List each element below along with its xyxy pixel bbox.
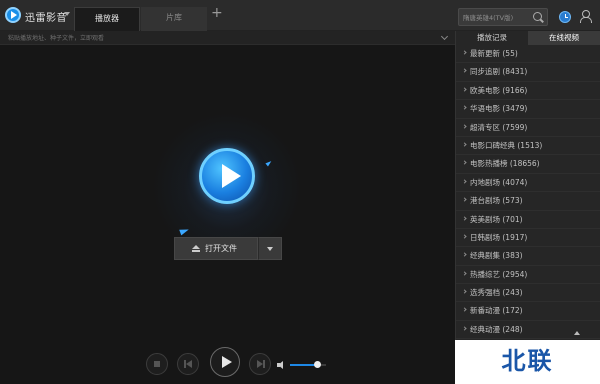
sidebar-item[interactable]: 内地剧场 (4074) [456,174,600,193]
search-input[interactable] [463,12,529,23]
next-button[interactable] [249,353,271,375]
url-input[interactable] [8,33,428,43]
sidebar-item[interactable]: 华语电影 (3479) [456,100,600,119]
sidebar-item[interactable]: 热播综艺 (2954) [456,266,600,285]
sidebar-item-label: 电影热播榜 (18656) [470,159,540,169]
title-bar: 迅雷影音 播放器 片库 + [0,0,600,31]
open-file-button[interactable]: 打开文件 [174,237,258,260]
video-player-area[interactable]: 打开文件 [0,45,455,384]
volume-slider[interactable] [290,361,326,368]
previous-button[interactable] [177,353,199,375]
sidebar-item[interactable]: 电影热播榜 (18656) [456,155,600,174]
volume-icon[interactable] [277,361,286,369]
sidebar-item-label: 经典动漫 (248) [470,324,523,334]
url-bar [0,31,455,45]
stop-button[interactable] [146,353,168,375]
chevron-right-icon [462,87,467,92]
sidebar-item[interactable]: 英美剧场 (701) [456,211,600,229]
sidebar-item[interactable]: 选秀强档 (243) [456,284,600,303]
eject-icon [192,245,200,252]
chevron-right-icon [462,271,467,276]
sidebar-item[interactable]: 超清专区 (7599) [456,119,600,137]
app-title[interactable]: 迅雷影音 [25,9,67,24]
sidebar-item[interactable]: 欧美电影 (9166) [456,82,600,101]
sidebar-item-label: 日韩剧场 (1917) [470,232,528,242]
chevron-right-icon [462,289,467,294]
sidebar-item-label: 内地剧场 (4074) [470,177,528,187]
sidebar-item-label: 欧美电影 (9166) [470,85,528,95]
sidebar-item[interactable]: 电影口碑经典 (1513) [456,137,600,156]
tab-player[interactable]: 播放器 [74,7,140,31]
chevron-right-icon [462,307,467,313]
chevron-right-icon [462,197,467,202]
chevron-right-icon [462,105,467,110]
open-file-label: 打开文件 [205,244,237,253]
chevron-right-icon [462,179,467,184]
sidebar-item-label: 经典剧集 (383) [470,251,523,261]
tab-online-video[interactable]: 在线视频 [528,31,600,45]
search-box [458,8,548,26]
chevron-right-icon [462,50,467,55]
sidebar-item-label: 热播综艺 (2954) [470,269,528,279]
sidebar-item[interactable]: 港台剧场 (573) [456,192,600,211]
sidebar-item-label: 选秀强档 (243) [470,288,523,298]
play-button[interactable] [210,347,240,377]
sidebar-item[interactable]: 新番动漫 (172) [456,302,600,321]
sidebar-item-label: 华语电影 (3479) [470,104,528,114]
sidebar-item-label: 最新更新 (55) [470,49,518,58]
chevron-right-icon [462,252,467,257]
scroll-up-icon[interactable] [574,331,580,336]
watermark-logo: 北联 [455,340,600,384]
sidebar-item-label: 港台剧场 (573) [470,196,523,206]
open-file-dropdown-button[interactable] [258,237,282,260]
sidebar-item[interactable]: 日韩剧场 (1917) [456,229,600,248]
player-logo-icon [199,148,255,204]
sidebar-item[interactable]: 同步追剧 (8431) [456,63,600,82]
clock-icon[interactable] [559,11,571,23]
category-list: 最新更新 (55) 同步追剧 (8431) 欧美电影 (9166) 华语电影 (347… [456,45,600,377]
sidebar-item-label: 英美剧场 (701) [470,214,523,224]
chevron-right-icon [462,234,467,239]
add-tab-icon[interactable]: + [211,5,223,21]
chevron-right-icon [462,68,467,74]
sidebar-tabs: 播放记录 在线视频 [456,31,600,45]
chevron-down-icon[interactable] [440,32,449,41]
sidebar-item[interactable]: 经典剧集 (383) [456,247,600,266]
chevron-right-icon [462,326,467,331]
tab-library[interactable]: 片库 [141,7,207,31]
sidebar-item-label: 新番动漫 (172) [470,306,523,316]
chevron-right-icon [462,160,467,165]
volume-knob[interactable] [313,361,321,368]
sidebar-item-label: 电影口碑经典 (1513) [470,140,543,150]
search-icon[interactable] [533,12,542,21]
app-menu-chevron-down-icon[interactable] [64,12,70,16]
sidebar-item[interactable]: 最新更新 (55) [456,45,600,64]
chevron-right-icon [462,142,467,147]
chevron-right-icon [462,215,467,221]
app-logo-icon[interactable] [5,7,21,23]
volume-fill [290,364,317,366]
sidebar-item-label: 超清专区 (7599) [470,122,528,132]
tab-play-history[interactable]: 播放记录 [456,31,528,45]
chevron-right-icon [462,123,467,129]
user-icon[interactable] [579,10,592,23]
sidebar-item-label: 同步追剧 (8431) [470,67,528,77]
